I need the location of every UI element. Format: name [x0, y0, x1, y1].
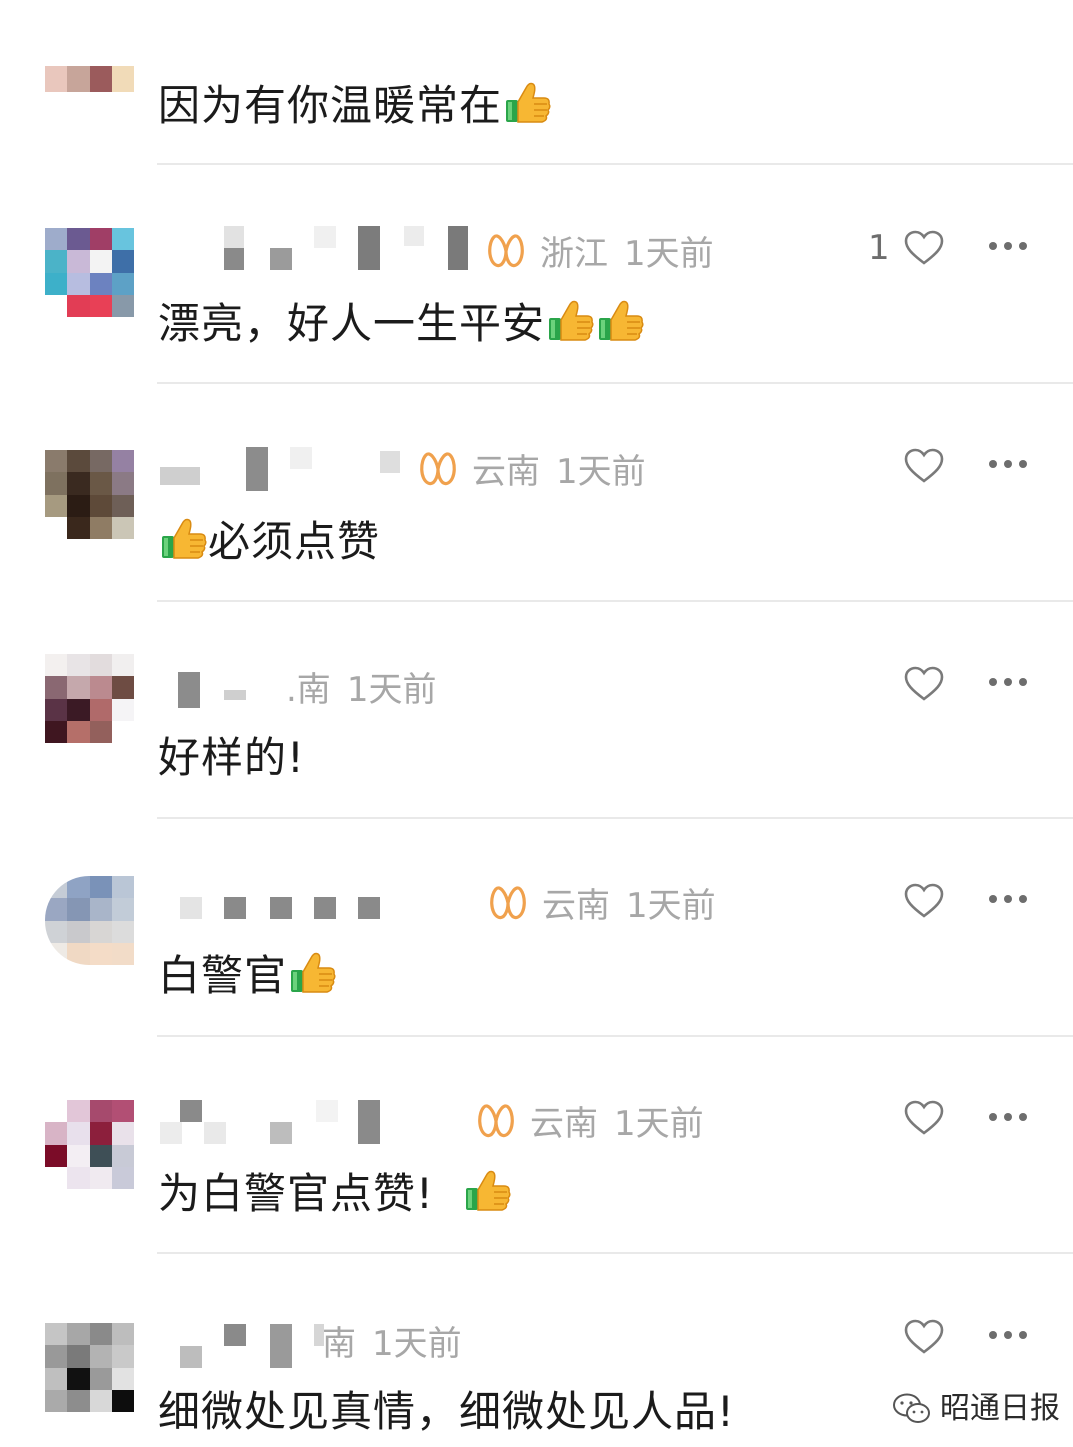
comment-meta: 南 1天前 — [322, 1316, 462, 1365]
heart-icon[interactable] — [904, 666, 944, 702]
comment-meta: 云南 1天前 — [418, 444, 646, 493]
divider — [157, 1035, 1073, 1037]
user-avatar[interactable] — [45, 450, 134, 539]
user-avatar[interactable] — [45, 1100, 134, 1189]
watermark-text: 昭通日报 — [940, 1391, 1060, 1426]
badge-icon — [488, 883, 528, 923]
timestamp: 1天前 — [624, 234, 714, 274]
user-avatar[interactable] — [45, 654, 134, 743]
username-blurred[interactable] — [160, 1100, 480, 1146]
like-count: 1 — [868, 228, 890, 268]
divider — [157, 600, 1073, 602]
more-icon[interactable] — [988, 458, 1028, 470]
comment-meta: 云南 1天前 — [476, 1096, 704, 1145]
comment-text: 漂亮，好人一生平安 — [158, 290, 645, 351]
timestamp: 1天前 — [614, 1104, 704, 1144]
divider — [157, 817, 1073, 819]
user-avatar[interactable] — [45, 228, 134, 317]
timestamp: 1天前 — [346, 670, 437, 710]
user-avatar[interactable] — [45, 1323, 134, 1412]
comment-meta: 浙江 1天前 — [486, 226, 714, 275]
more-icon[interactable] — [988, 1111, 1028, 1123]
timestamp: 1天前 — [556, 452, 646, 492]
watermark: 昭通日报 — [892, 1383, 1060, 1427]
location: 南 — [322, 1324, 356, 1364]
user-avatar[interactable] — [45, 876, 134, 965]
thumbs-up-icon — [160, 514, 208, 562]
badge-icon — [486, 231, 526, 271]
comment-meta: 云南 1天前 — [488, 878, 716, 927]
thumbs-up-icon — [547, 296, 595, 344]
comment-text: 好样的! — [158, 733, 305, 782]
location: .南 — [286, 670, 331, 710]
divider — [157, 382, 1073, 384]
comment-meta: .南 1天前 — [286, 662, 436, 711]
more-icon[interactable] — [988, 240, 1028, 252]
comment-text: 必须点赞 — [158, 508, 380, 569]
user-avatar[interactable] — [45, 66, 134, 92]
location: 云南 — [542, 886, 610, 926]
username-blurred[interactable] — [160, 897, 480, 943]
comment-text: 白警官 — [158, 942, 337, 1003]
badge-icon — [476, 1101, 516, 1141]
heart-icon[interactable] — [904, 1100, 944, 1136]
heart-icon[interactable] — [904, 883, 944, 919]
divider — [157, 163, 1073, 165]
more-icon[interactable] — [988, 893, 1028, 905]
more-icon[interactable] — [988, 676, 1028, 688]
heart-icon[interactable] — [904, 230, 944, 266]
wechat-icon — [893, 1393, 930, 1423]
divider — [157, 1252, 1073, 1254]
location: 云南 — [472, 452, 540, 492]
location: 云南 — [530, 1104, 598, 1144]
location: 浙江 — [540, 234, 608, 274]
thumbs-up-icon — [464, 1166, 512, 1214]
heart-icon[interactable] — [904, 448, 944, 484]
username-blurred[interactable] — [160, 226, 480, 272]
comment-text: 细微处见真情，细微处见人品! — [158, 1387, 735, 1436]
badge-icon — [418, 449, 458, 489]
timestamp: 1天前 — [372, 1324, 462, 1364]
more-icon[interactable] — [988, 1329, 1028, 1341]
thumbs-up-icon — [504, 78, 552, 126]
heart-icon[interactable] — [904, 1319, 944, 1355]
comment-text: 因为有你温暖常在 — [158, 72, 552, 133]
thumbs-up-icon — [289, 948, 337, 996]
comment-text: 为白警官点赞! — [158, 1160, 512, 1221]
timestamp: 1天前 — [626, 886, 716, 926]
thumbs-up-icon — [597, 296, 645, 344]
